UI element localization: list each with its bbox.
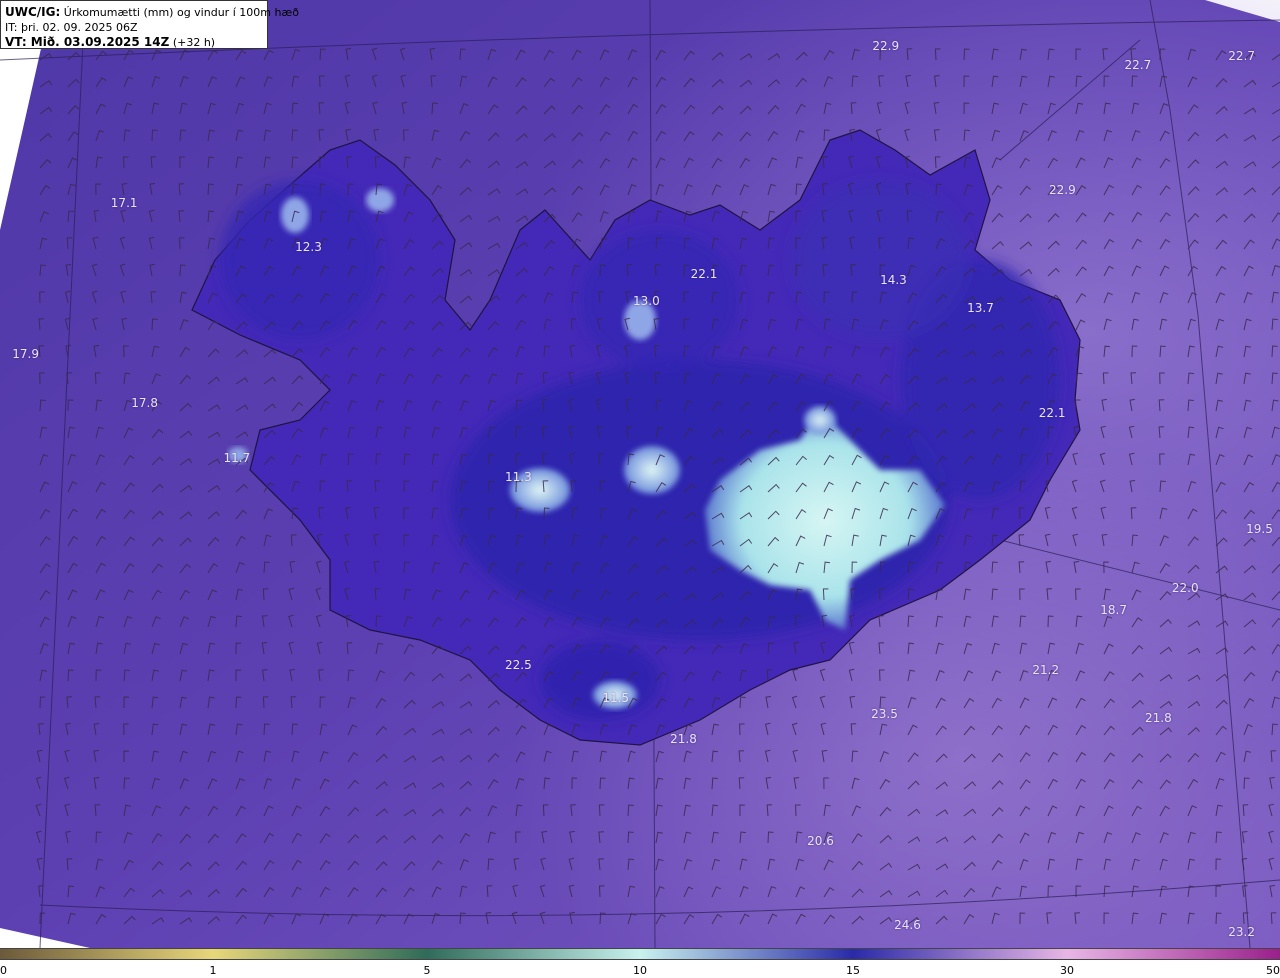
map-value-label: 24.6 bbox=[894, 918, 921, 933]
map-canvas bbox=[0, 0, 1280, 948]
header-line-3: VT: Mið. 03.09.2025 14Z (+32 h) bbox=[5, 35, 216, 49]
map-value-label: 17.9 bbox=[12, 346, 39, 361]
map-value-label: 13.7 bbox=[967, 301, 994, 316]
map-value-label: 22.7 bbox=[1228, 48, 1255, 63]
map-value-label: 14.3 bbox=[880, 272, 907, 287]
map-value-label: 20.6 bbox=[807, 833, 834, 848]
map-value-label: 12.3 bbox=[295, 240, 322, 255]
header-line-2: IT: þri. 02. 09. 2025 06Z bbox=[5, 21, 138, 34]
colorbar-tick-label: 50 bbox=[1266, 964, 1280, 977]
colorbar-strip bbox=[0, 948, 1280, 960]
colorbar-tick-label: 1 bbox=[209, 964, 217, 977]
map-value-label: 22.0 bbox=[1171, 580, 1199, 595]
precipitation-map[interactable] bbox=[0, 0, 1280, 948]
colorbar-tick-label: 10 bbox=[633, 964, 647, 977]
colorbar-tick-label: 30 bbox=[1060, 964, 1074, 977]
map-value-label: 22.7 bbox=[1124, 58, 1152, 73]
map-value-label: 19.5 bbox=[1246, 521, 1273, 536]
map-value-label: 11.5 bbox=[602, 690, 630, 705]
langjokull bbox=[624, 446, 680, 494]
map-value-label: 11.3 bbox=[505, 469, 532, 484]
map-value-label: 23.2 bbox=[1228, 924, 1255, 939]
map-value-label: 22.1 bbox=[690, 266, 718, 281]
colorbar-tick-label: 5 bbox=[423, 964, 431, 977]
map-value-label: 21.2 bbox=[1032, 663, 1060, 678]
map-value-label: 22.9 bbox=[1049, 182, 1076, 197]
map-value-label: 22.1 bbox=[1038, 406, 1066, 421]
map-value-label: 21.8 bbox=[670, 732, 697, 747]
map-value-label: 22.5 bbox=[505, 658, 532, 673]
map-value-label: 23.5 bbox=[871, 706, 898, 721]
map-value-label: 13.0 bbox=[633, 293, 660, 308]
map-value-label: 18.7 bbox=[1100, 602, 1127, 617]
map-value-label: 22.9 bbox=[872, 39, 900, 54]
map-value-label: 21.8 bbox=[1145, 710, 1172, 725]
map-value-label: 17.1 bbox=[110, 195, 138, 210]
colorbar-tick-label: 15 bbox=[845, 964, 860, 977]
colorbar-tick-label: 0 bbox=[0, 964, 7, 977]
map-header: UWC/IG: Úrkomumætti (mm) og vindur í 100… bbox=[0, 0, 299, 49]
header-line-1: UWC/IG: Úrkomumætti (mm) og vindur í 100… bbox=[5, 5, 299, 19]
map-value-label: 17.8 bbox=[131, 395, 158, 410]
map-value-label: 11.7 bbox=[223, 450, 251, 465]
colorbar: 0 1 5 10 15 30 50 bbox=[0, 948, 1280, 978]
